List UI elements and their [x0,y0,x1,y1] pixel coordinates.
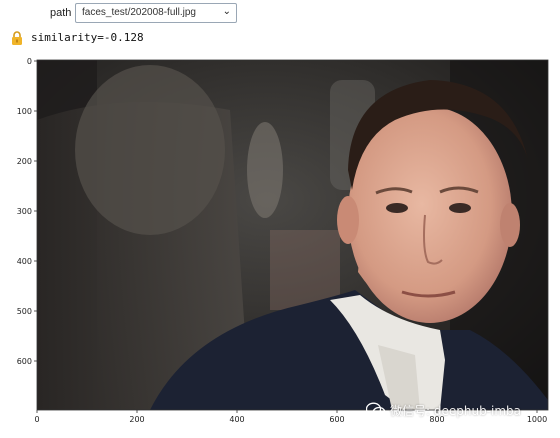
y-tick-label: 200 [17,157,32,166]
x-tick-label: 0 [34,415,39,424]
x-tick-label: 400 [229,415,244,424]
y-tick-label: 500 [17,307,32,316]
wechat-icon [366,402,386,419]
y-tick-label: 300 [17,207,32,216]
watermark-text: 微信号: deephub-imba [390,404,522,418]
y-tick-label: 600 [17,357,32,366]
x-tick-label: 1000 [527,415,547,424]
y-tick-label: 100 [17,107,32,116]
y-tick-label: 0 [27,57,32,66]
x-tick-label: 200 [129,415,144,424]
photo-image [37,60,548,410]
y-tick-label: 400 [17,257,32,266]
y-axis: 0 100 200 300 400 500 600 [17,57,37,366]
image-plot: 0100200300400500600 0 200 400 600 800 1000 [17,57,549,424]
x-tick-label: 600 [329,415,344,424]
